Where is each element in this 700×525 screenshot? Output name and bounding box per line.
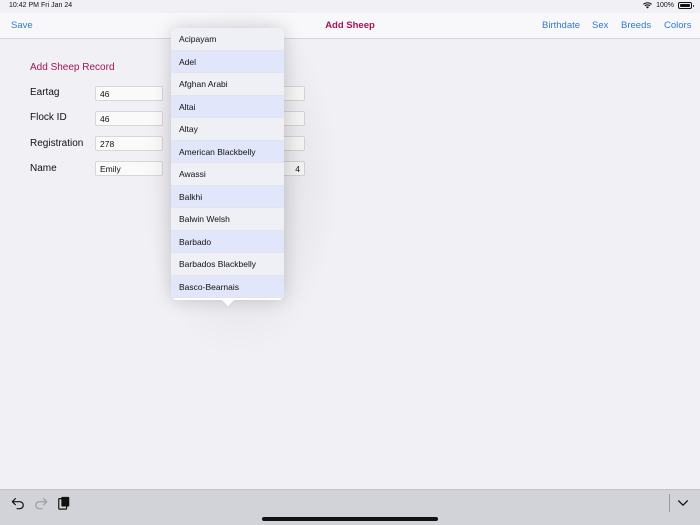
- breed-list-item[interactable]: Balwin Welsh: [171, 208, 284, 231]
- battery-percent: 100%: [656, 2, 674, 9]
- breeds-button[interactable]: Breeds: [621, 20, 651, 31]
- breed-picker-popover[interactable]: Acipayam Adel Afghan Arabi Altai Altay A…: [171, 28, 284, 300]
- chevron-down-icon[interactable]: [676, 496, 690, 510]
- breed-list-item[interactable]: American Blackbelly: [171, 140, 284, 163]
- breed-list-item[interactable]: Acipayam: [171, 28, 284, 51]
- battery-icon: [678, 2, 694, 9]
- breed-list-item[interactable]: Barbado: [171, 230, 284, 253]
- breed-list-item[interactable]: Balkhi: [171, 185, 284, 208]
- breed-list-item[interactable]: Adel: [171, 50, 284, 73]
- navigation-bar: Save Add Sheep Birthdate Sex Breeds Colo…: [0, 13, 700, 39]
- paste-icon[interactable]: [57, 496, 71, 510]
- status-time: 10:42 PM: [9, 2, 39, 9]
- flock-id-label: Flock ID: [30, 112, 67, 123]
- birthdate-button[interactable]: Birthdate: [542, 20, 580, 31]
- registration-field[interactable]: 278: [95, 136, 163, 151]
- eartag-field[interactable]: 46: [95, 86, 163, 101]
- status-indicators: 100%: [643, 2, 694, 9]
- breed-list-item[interactable]: Altai: [171, 95, 284, 118]
- name-label: Name: [30, 163, 57, 174]
- flock-id-field[interactable]: 46: [95, 111, 163, 126]
- breed-list-item[interactable]: Basco-Bearnais: [171, 275, 284, 298]
- eartag-label: Eartag: [30, 87, 60, 98]
- toolbar-divider: [669, 494, 670, 512]
- home-indicator[interactable]: [262, 517, 438, 521]
- breed-list-item[interactable]: Barbados Blackbelly: [171, 253, 284, 276]
- undo-icon[interactable]: [11, 496, 25, 510]
- redo-icon[interactable]: [34, 496, 48, 510]
- breed-list-item[interactable]: Afghan Arabi: [171, 73, 284, 96]
- wifi-icon: [643, 2, 653, 9]
- sex-button[interactable]: Sex: [592, 20, 608, 31]
- status-bar: 10:42 PM Fri Jan 24 100%: [0, 0, 700, 13]
- breed-list-item[interactable]: Altay: [171, 118, 284, 141]
- registration-label: Registration: [30, 138, 84, 149]
- popover-arrow: [221, 299, 235, 306]
- name-field[interactable]: Emily: [95, 161, 163, 176]
- status-date: Fri Jan 24: [41, 2, 73, 9]
- colors-button[interactable]: Colors: [664, 20, 691, 31]
- form-title: Add Sheep Record: [30, 62, 115, 73]
- breed-list-item[interactable]: Awassi: [171, 163, 284, 186]
